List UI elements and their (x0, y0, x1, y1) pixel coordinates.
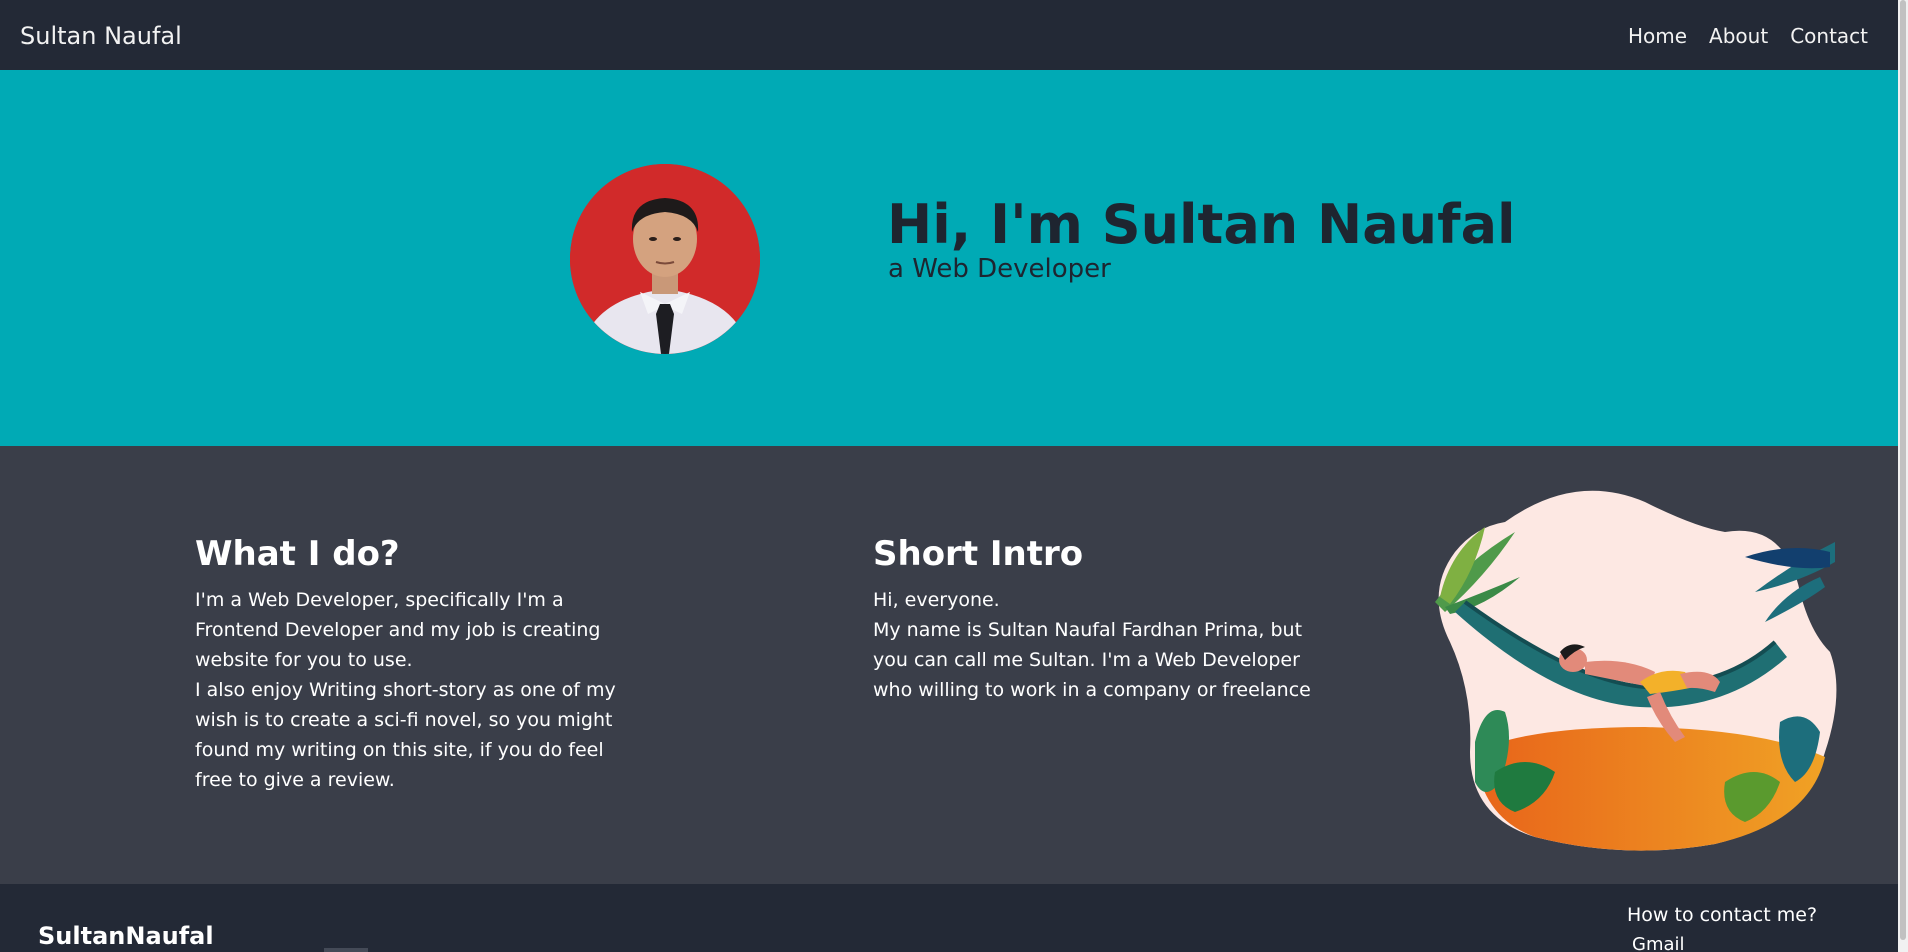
short-intro-heading: Short Intro (873, 534, 1084, 574)
footer-gmail-link[interactable]: Gmail (1632, 934, 1685, 952)
profile-photo (570, 164, 760, 354)
scrollbar-thumb[interactable] (1900, 0, 1906, 940)
navbar: Sultan Naufal Home About Contact (0, 0, 1898, 70)
profile-photo-illustration (570, 164, 760, 354)
nav-link-home[interactable]: Home (1628, 24, 1687, 48)
what-i-do-paragraph-1: I'm a Web Developer, specifically I'm a … (195, 589, 601, 672)
vertical-scrollbar[interactable] (1898, 0, 1908, 952)
hero-subtitle: a Web Developer (888, 254, 1111, 284)
footer: SultanNaufal How to contact me? Gmail (0, 884, 1898, 952)
short-intro-paragraph-2: My name is Sultan Naufal Fardhan Prima, … (873, 619, 1311, 702)
hero-title: Hi, I'm Sultan Naufal (887, 193, 1516, 256)
hero-section: Hi, I'm Sultan Naufal a Web Developer (0, 70, 1898, 446)
footer-contact-title: How to contact me? (1627, 904, 1818, 926)
short-intro-column: Short Intro Hi, everyone. My name is Sul… (873, 534, 1318, 705)
what-i-do-heading: What I do? (195, 534, 400, 574)
navbar-brand[interactable]: Sultan Naufal (20, 22, 182, 50)
hammock-illustration (1435, 490, 1837, 851)
footer-brand: SultanNaufal (38, 922, 214, 950)
nav-link-contact[interactable]: Contact (1790, 24, 1868, 48)
what-i-do-column: What I do? I'm a Web Developer, specific… (195, 534, 640, 795)
what-i-do-paragraph-2: I also enjoy Writing short-story as one … (195, 679, 616, 792)
short-intro-paragraph-1: Hi, everyone. (873, 589, 1000, 612)
nav-link-about[interactable]: About (1709, 24, 1768, 48)
about-section: What I do? I'm a Web Developer, specific… (0, 446, 1898, 884)
page: Sultan Naufal Home About Contact Hi, I'm… (0, 0, 1898, 952)
nav-links: Home About Contact (1628, 24, 1868, 48)
footer-divider (324, 948, 368, 952)
